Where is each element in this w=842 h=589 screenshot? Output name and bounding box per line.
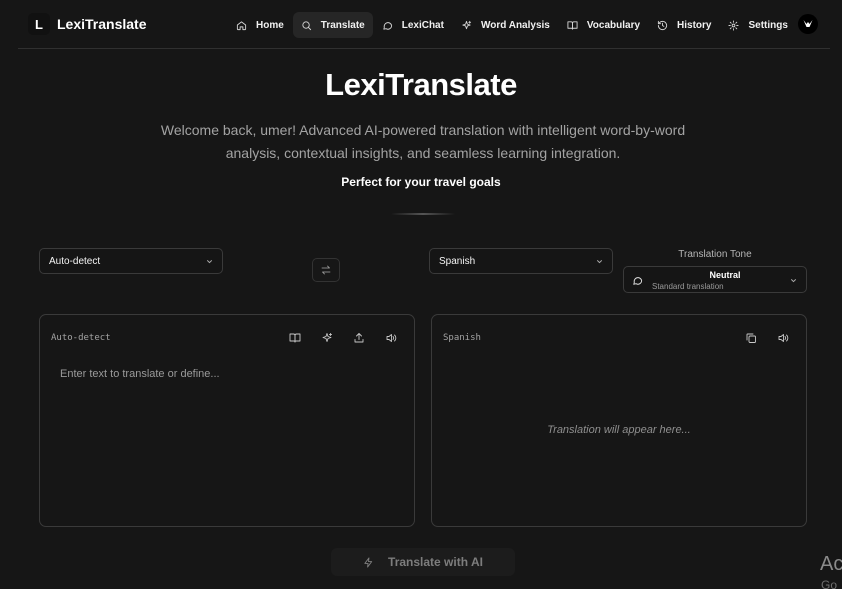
nav-item-lexichat[interactable]: LexiChat: [374, 12, 452, 38]
input-textarea-placeholder[interactable]: Enter text to translate or define...: [60, 368, 220, 380]
nav-item-label: Vocabulary: [586, 19, 641, 31]
sparkles-icon[interactable]: [321, 332, 333, 344]
goal-text: Perfect for your travel goals: [341, 175, 501, 189]
speaker-icon[interactable]: [385, 332, 397, 344]
nav-item-history[interactable]: History: [649, 12, 719, 38]
source-language-select[interactable]: Auto-detect: [39, 248, 223, 274]
gear-icon: [728, 19, 740, 31]
swap-icon: [321, 265, 331, 275]
input-language-label: Auto-detect: [51, 333, 111, 343]
output-placeholder: Translation will appear here...: [547, 424, 691, 436]
nav-item-vocabulary[interactable]: Vocabulary: [559, 12, 648, 38]
output-panel: Spanish Translation will appear here...: [431, 314, 807, 527]
nav-item-label: LexiChat: [401, 19, 444, 31]
target-language-value: Spanish: [439, 255, 476, 267]
translate-button[interactable]: Translate with AI: [331, 548, 515, 576]
top-nav: L LexiTranslate Home Translate LexiChat …: [18, 0, 830, 49]
target-language-select[interactable]: Spanish: [429, 248, 613, 274]
nav-item-label: Word Analysis: [480, 19, 550, 31]
tone-value: Neutral: [709, 270, 741, 280]
book-icon[interactable]: [289, 332, 301, 344]
nav-item-label: History: [677, 19, 712, 31]
sparkles-icon: [462, 20, 472, 29]
brand[interactable]: L LexiTranslate: [28, 13, 147, 35]
chat-bubble-icon: [633, 277, 643, 285]
output-language-label: Spanish: [443, 333, 481, 343]
tone-label: Translation Tone: [678, 249, 752, 260]
watermark-subtext: Go: [821, 578, 838, 589]
book-icon: [567, 20, 578, 30]
page-subtitle: Welcome back, umer! Advanced AI-powered …: [160, 122, 686, 161]
brand-logo: L: [28, 13, 50, 35]
chevron-down-icon: [790, 279, 797, 283]
home-icon: [236, 20, 247, 30]
nav-item-label: Settings: [748, 19, 788, 31]
lightning-icon: [364, 556, 373, 568]
history-icon: [657, 20, 668, 30]
translate-button-label: Translate with AI: [388, 555, 483, 569]
tone-select[interactable]: Neutral Standard translation: [623, 266, 807, 293]
nav-item-label: Translate: [320, 19, 365, 31]
nav-item-translate[interactable]: Translate: [292, 12, 373, 38]
input-panel: Auto-detect Enter text to translate or d…: [39, 314, 415, 527]
nav-item-home[interactable]: Home: [228, 12, 292, 38]
nav-item-settings[interactable]: Settings: [720, 12, 795, 38]
chevron-down-icon: [596, 260, 603, 264]
speaker-icon[interactable]: [777, 332, 789, 344]
swap-languages-button[interactable]: [312, 258, 340, 282]
chat-icon: [383, 21, 392, 30]
nav-item-label: Home: [256, 19, 284, 31]
source-language-value: Auto-detect: [49, 255, 101, 267]
copy-icon[interactable]: [745, 332, 757, 344]
user-logo-icon: [803, 20, 813, 27]
tone-description: Standard translation: [652, 282, 724, 291]
nav-items: Home Translate LexiChat Word Analysis Vo…: [228, 12, 797, 38]
search-icon: [302, 20, 311, 30]
avatar[interactable]: [798, 14, 818, 34]
upload-icon[interactable]: [353, 332, 365, 344]
divider: [391, 213, 455, 215]
nav-item-word-analysis[interactable]: Word Analysis: [453, 12, 558, 38]
watermark-text: Ac: [820, 553, 842, 575]
page-title: LexiTranslate: [325, 67, 517, 102]
brand-name: LexiTranslate: [57, 16, 147, 32]
chevron-down-icon: [206, 260, 213, 264]
